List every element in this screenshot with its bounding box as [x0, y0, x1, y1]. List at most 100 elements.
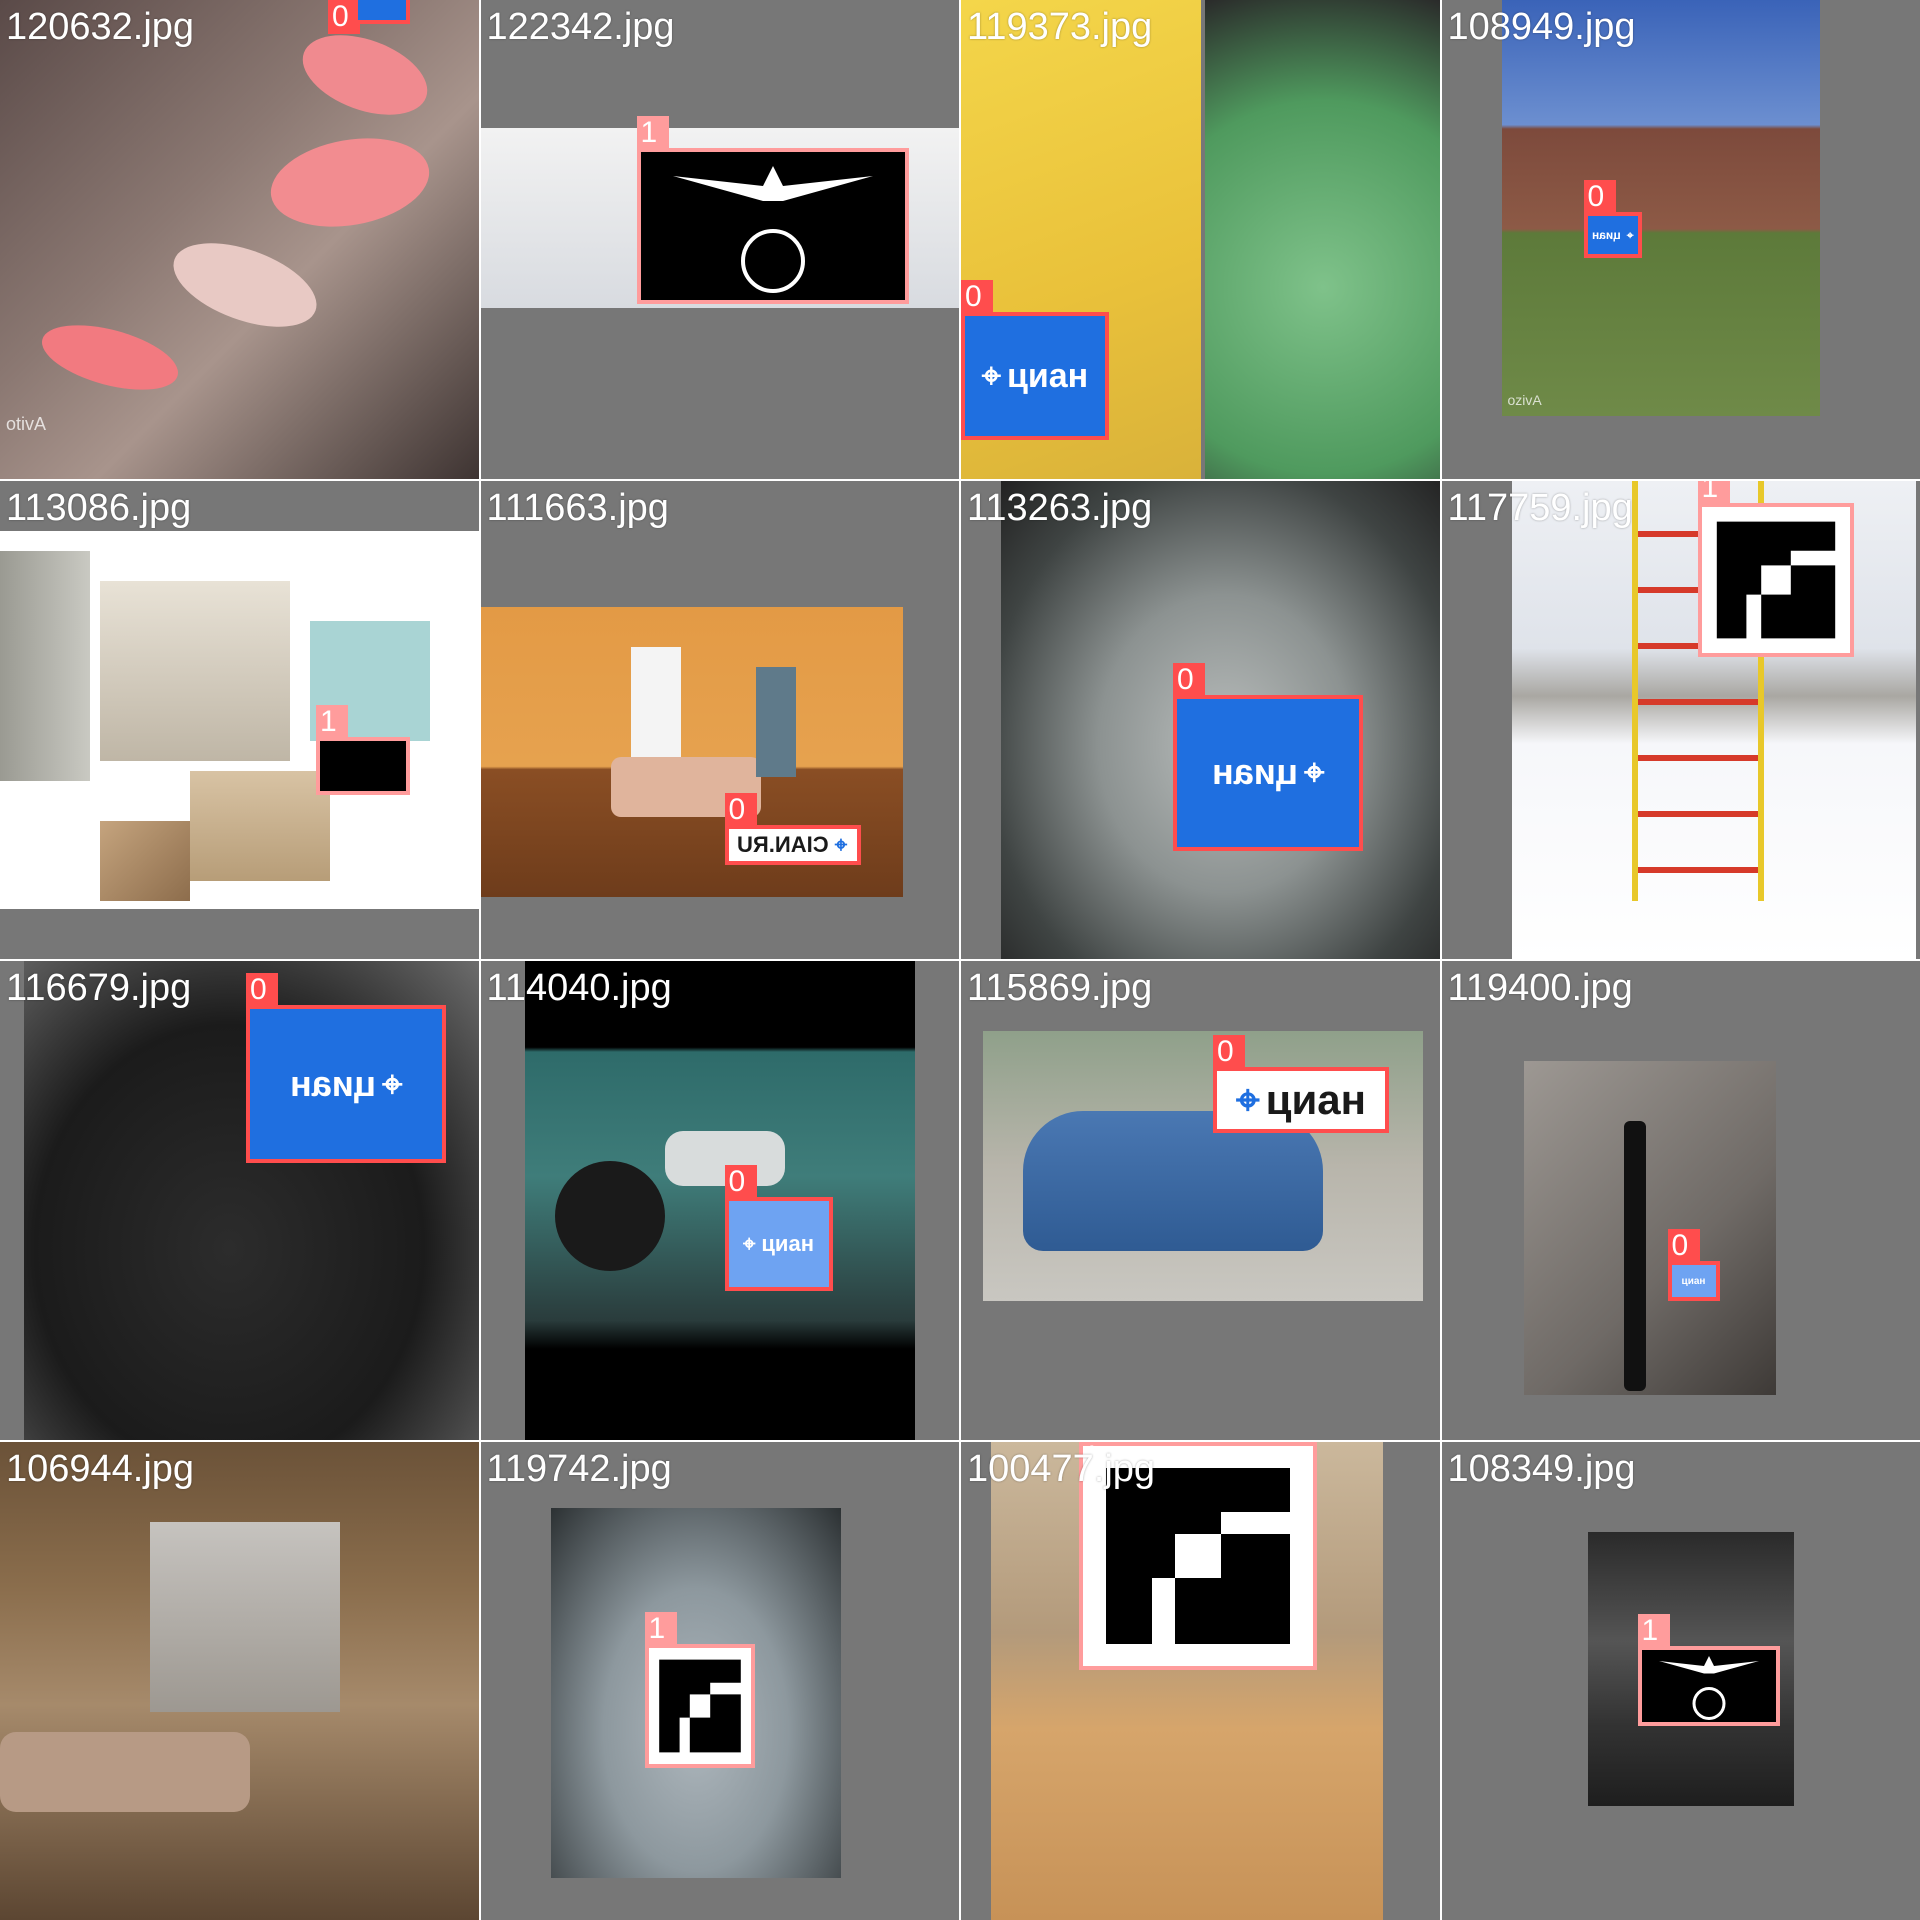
location-pin-icon: ⌖ [1303, 751, 1325, 792]
tile-114040[interactable]: 114040.jpg 0 ⌖ циан [480, 961, 959, 1440]
detection-box[interactable]: 0 [328, 0, 410, 34]
detection-box[interactable]: 1 [1079, 1441, 1317, 1670]
class-label: 0 [724, 1165, 757, 1199]
tile-106944[interactable]: 106944.jpg [0, 1441, 479, 1920]
logo-text: циан [761, 1231, 814, 1256]
wheel-shape [554, 1161, 665, 1271]
image-grid: otivA 120632.jpg 0 122342.jpg 1 119373.j… [0, 0, 1920, 1920]
pinwheel-symbol-icon [1701, 506, 1850, 653]
tile-119373[interactable]: 119373.jpg 0 ⌖ циан [961, 0, 1440, 479]
cian-logo: ⌖ циан [965, 316, 1105, 436]
cian-logo: ⌖ циан [728, 1201, 829, 1287]
tile-115869[interactable]: 115869.jpg 0 ⌖ циан [961, 961, 1440, 1440]
cian-logo: ⌖циан [250, 1009, 442, 1159]
tile-108949[interactable]: ozivA 108949.jpg 0 ⌖циан [1441, 0, 1920, 479]
filename-label: 119742.jpg [486, 1447, 672, 1490]
filename-label: 113086.jpg [6, 486, 192, 529]
logo-text: циан [1006, 356, 1089, 395]
class-label: 0 [328, 0, 360, 34]
class-label: 0 [961, 280, 993, 314]
class-label: 0 [724, 792, 757, 827]
eagle-emblem-icon [640, 152, 905, 300]
logo-text: циан [1211, 751, 1298, 792]
detection-box[interactable]: 0 ⌖ циан [1213, 1035, 1389, 1133]
detection-box[interactable]: 1 [644, 1611, 755, 1768]
class-label: 1 [644, 1611, 677, 1646]
detection-box[interactable]: 0 ⌖циан [1583, 180, 1642, 258]
logo-text: циан [1265, 1076, 1367, 1123]
tile-117759[interactable]: 117759.jpg 1 [1441, 480, 1920, 959]
window-shape [150, 1521, 340, 1712]
class-label: 0 [1173, 662, 1205, 697]
logo-text: CIAN.RU [737, 831, 830, 857]
detection-box[interactable]: 0 циан [1667, 1229, 1720, 1301]
location-pin-icon: ⌖ [835, 831, 848, 857]
cian-logo: ⌖ циан [1217, 1071, 1385, 1129]
location-pin-icon: ⌖ [381, 1062, 403, 1104]
detection-box[interactable]: 1 [636, 116, 909, 304]
cian-logo: ⌖CIAN.RU [728, 828, 857, 861]
logo-text: циан [289, 1062, 376, 1104]
location-pin-icon: ⌖ [743, 1231, 756, 1256]
cian-logo [358, 0, 406, 20]
pinwheel-symbol-icon [648, 1647, 751, 1764]
detection-box[interactable]: 0 ⌖циан [1173, 662, 1363, 851]
tile-113086[interactable]: 113086.jpg 1 [0, 480, 479, 959]
class-label: 1 [1697, 480, 1730, 505]
class-label: 1 [636, 116, 669, 150]
nail-shape [291, 19, 439, 131]
door-shape [755, 666, 796, 777]
detection-box[interactable]: 0 ⌖CIAN.RU [724, 792, 861, 865]
tile-120632[interactable]: otivA 120632.jpg 0 [0, 0, 479, 479]
watermark-text: ozivA [1507, 392, 1542, 408]
watermark-text: otivA [6, 414, 47, 434]
tile-119400[interactable]: 119400.jpg 0 циан [1441, 961, 1920, 1440]
detection-box[interactable]: 0 ⌖ циан [724, 1165, 833, 1291]
location-pin-icon: ⌖ [981, 356, 1001, 395]
filename-label: 122342.jpg [486, 6, 675, 48]
tile-119742[interactable]: 119742.jpg 1 [480, 1441, 959, 1920]
class-label: 0 [1667, 1229, 1700, 1263]
tile-108349[interactable]: 108349.jpg 1 [1441, 1441, 1920, 1920]
location-pin-icon: ⌖ [1235, 1075, 1260, 1123]
logo-text: циан [1591, 227, 1621, 242]
phone-shape [1623, 1121, 1646, 1391]
detection-box[interactable]: 1 [1697, 480, 1854, 657]
eagle-emblem-icon [320, 740, 406, 791]
detection-box[interactable]: 0 ⌖ циан [961, 280, 1109, 440]
class-label: 1 [316, 704, 348, 739]
wood-swatch [100, 820, 190, 901]
tile-116679[interactable]: 116679.jpg 0 ⌖циан [0, 961, 479, 1440]
stone-texture [190, 770, 330, 881]
detection-box[interactable]: 1 [1637, 1613, 1780, 1726]
fridge-shape [630, 646, 681, 757]
detection-box[interactable]: 1 [316, 704, 410, 795]
logo-text: циан [1681, 1275, 1706, 1287]
photo-bedroom [0, 1441, 479, 1920]
tile-122342[interactable]: 122342.jpg 1 [480, 0, 959, 479]
photo-car-front [524, 961, 915, 1440]
nail-shape [35, 312, 185, 403]
filename-label: 115869.jpg [967, 967, 1153, 1009]
photo-building: ozivA [1501, 0, 1820, 416]
pinwheel-symbol-icon [1083, 1445, 1313, 1666]
filename-label: 111663.jpg [486, 486, 669, 529]
cian-logo: ⌖циан [1587, 216, 1638, 254]
class-label: 0 [1583, 180, 1616, 214]
tile-111663[interactable]: 111663.jpg 0 ⌖CIAN.RU [480, 480, 959, 959]
photo-phone-hand [1523, 1061, 1776, 1395]
nail-shape [263, 126, 437, 239]
wardrobe-image [0, 550, 90, 781]
photo-interior-collage [0, 530, 479, 909]
filename-label: 119400.jpg [1447, 967, 1633, 1009]
detection-box[interactable]: 0 ⌖циан [246, 973, 446, 1163]
tile-100477[interactable]: 100477.jpg 1 [961, 1441, 1440, 1920]
eagle-emblem-icon [1641, 1649, 1776, 1722]
class-label: 0 [1213, 1035, 1245, 1069]
filename-label: 108349.jpg [1447, 1447, 1636, 1490]
photo-nails: otivA [0, 0, 479, 479]
photo-fabric [1205, 0, 1440, 479]
tile-113263[interactable]: 113263.jpg 0 ⌖циан [961, 480, 1440, 959]
nail-shape [162, 226, 328, 344]
sofa-shape [0, 1731, 250, 1812]
